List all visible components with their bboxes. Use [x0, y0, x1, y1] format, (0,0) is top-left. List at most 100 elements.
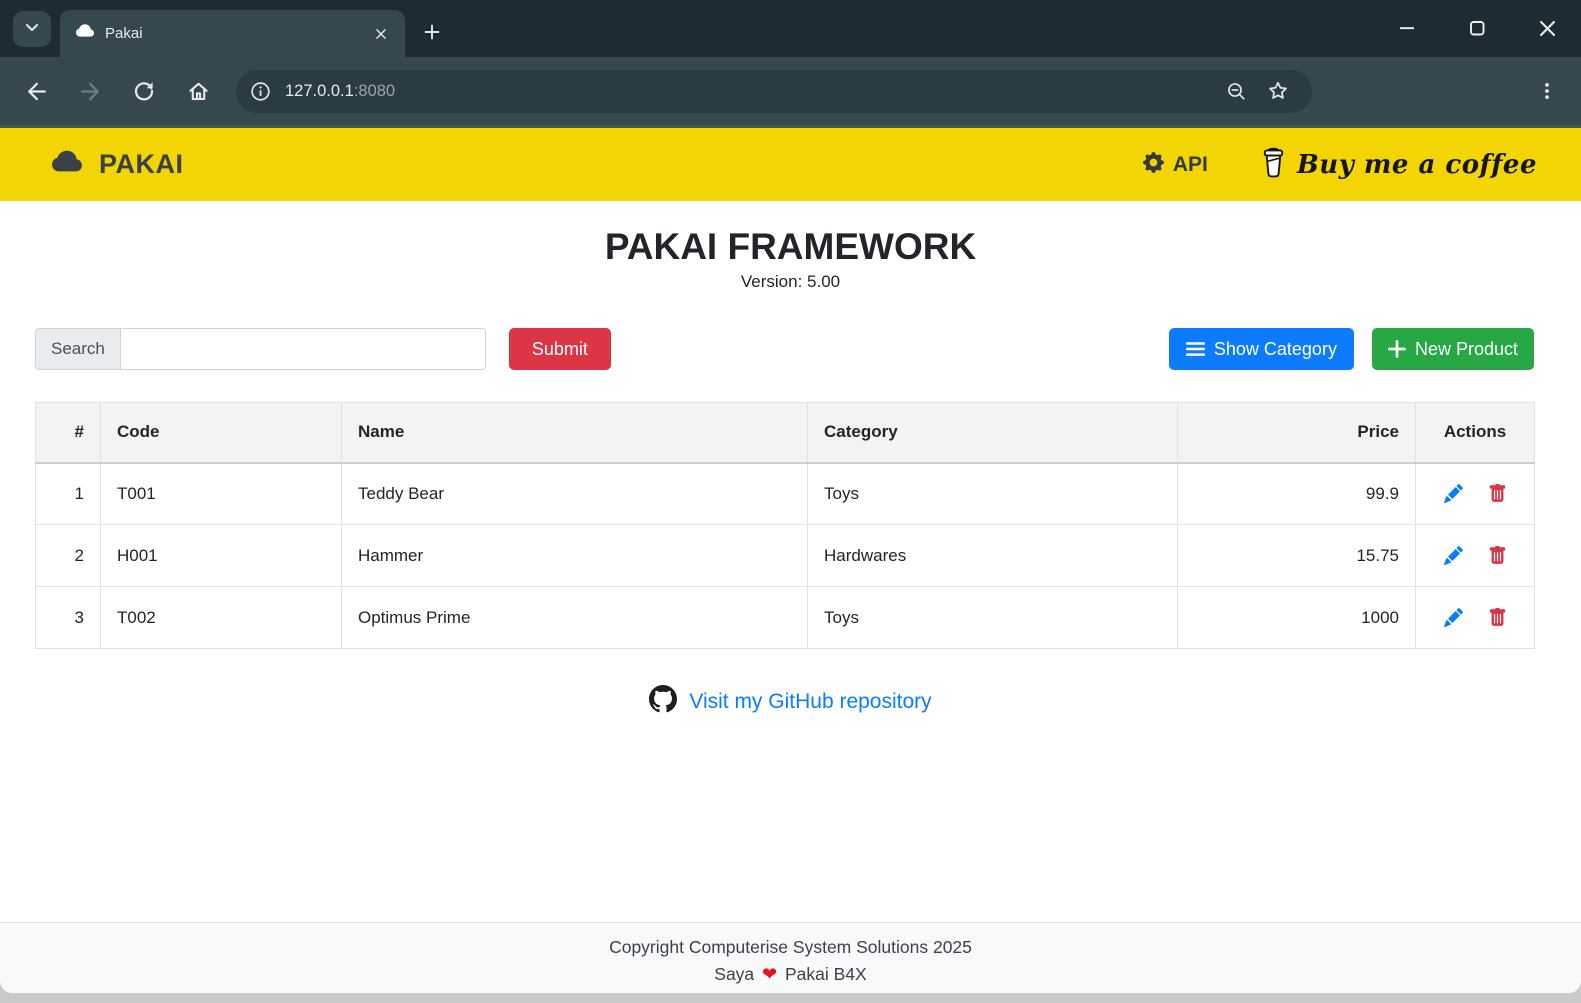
zoom-button[interactable] [1216, 71, 1256, 111]
kebab-menu-icon [1545, 83, 1549, 99]
coffee-label: Buy me a coffee [1296, 149, 1537, 180]
minimize-button[interactable] [1387, 8, 1427, 48]
cell-category: Toys [807, 462, 1178, 525]
cell-actions [1415, 586, 1535, 649]
browser-tab[interactable]: Pakai [60, 10, 405, 57]
browser-window: Pakai 127.0.0.1:8080 PAKAI API Buy me a … [0, 0, 1581, 1003]
header-actions: Actions [1415, 402, 1535, 464]
cell-price: 1000 [1177, 586, 1416, 649]
plus-icon [1388, 340, 1406, 358]
url-port: :8080 [353, 81, 396, 100]
table-header-row: # Code Name Category Price Actions [35, 402, 1535, 464]
home-icon [188, 82, 208, 100]
reload-button[interactable] [124, 71, 164, 111]
maximize-button[interactable] [1457, 8, 1497, 48]
window-controls [1387, 8, 1567, 48]
table-row: 1 T001 Teddy Bear Toys 99.9 [35, 462, 1535, 525]
edit-button[interactable] [1443, 608, 1463, 627]
header-category: Category [807, 402, 1178, 464]
trash-icon [1489, 608, 1505, 626]
search-group: Search [35, 328, 486, 370]
header-name: Name [341, 402, 808, 464]
pencil-icon [1443, 484, 1463, 504]
hamburger-icon [1185, 342, 1205, 356]
chevron-down-icon [21, 16, 43, 43]
header-price: Price [1177, 402, 1416, 464]
page-version: Version: 5.00 [740, 272, 841, 291]
pencil-icon [1443, 608, 1463, 627]
close-window-button[interactable] [1527, 8, 1567, 48]
github-icon [649, 685, 678, 718]
page-content: PAKAI FRAMEWORK Version: 5.00 Search Sub… [0, 201, 1581, 922]
cell-category: Hardwares [807, 524, 1178, 587]
cell-num: 1 [35, 462, 101, 525]
brand-label: PAKAI [99, 149, 184, 179]
new-tab-button[interactable] [415, 15, 449, 49]
minimize-icon [1400, 27, 1414, 30]
reload-icon [134, 82, 154, 101]
close-icon [1539, 20, 1555, 36]
pencil-icon [1443, 546, 1463, 565]
delete-button[interactable] [1488, 608, 1507, 627]
cell-code: T001 [100, 462, 342, 525]
cloud-logo-icon [48, 147, 86, 182]
cell-price: 15.75 [1177, 524, 1416, 587]
page-title: PAKAI FRAMEWORK [604, 226, 977, 267]
forward-button[interactable] [70, 71, 110, 111]
header-num: # [35, 402, 101, 464]
tab-search-button[interactable] [13, 11, 51, 47]
browser-toolbar: 127.0.0.1:8080 [0, 57, 1581, 128]
cell-name: Optimus Prime [341, 586, 808, 649]
browser-tab-strip: Pakai [0, 0, 1581, 57]
plus-icon [424, 24, 440, 40]
cell-code: H001 [100, 524, 342, 587]
products-table: # Code Name Category Price Actions 1 T00… [35, 402, 1535, 649]
close-icon [376, 28, 386, 39]
controls-row: Search Submit Show Category New Product [35, 328, 1534, 370]
page-footer: Copyright Computerise System Solutions 2… [0, 922, 1581, 993]
edit-button[interactable] [1443, 546, 1463, 565]
site-info-button[interactable] [244, 75, 276, 107]
edit-button[interactable] [1443, 484, 1463, 504]
browser-menu-button[interactable] [1527, 71, 1567, 111]
cell-price: 99.9 [1177, 462, 1416, 525]
trash-icon [1489, 484, 1505, 503]
back-button[interactable] [16, 71, 56, 111]
delete-button[interactable] [1488, 546, 1507, 565]
cell-name: Hammer [341, 524, 808, 587]
delete-button[interactable] [1488, 484, 1507, 503]
new-product-label: New Product [1414, 338, 1518, 359]
heart-icon: ❤ [762, 964, 778, 984]
back-arrow-icon [27, 82, 46, 100]
new-product-button[interactable]: New Product [1371, 328, 1534, 370]
url-text: 127.0.0.1:8080 [285, 82, 1216, 101]
copyright-text: Copyright Computerise System Solutions 2… [609, 937, 972, 957]
show-category-button[interactable]: Show Category [1168, 328, 1354, 370]
cell-num: 2 [35, 524, 101, 587]
url-bar[interactable]: 127.0.0.1:8080 [236, 69, 1312, 113]
submit-button[interactable]: Submit [508, 328, 611, 370]
cell-num: 3 [35, 586, 101, 649]
url-host: 127.0.0.1 [285, 81, 354, 100]
header-code: Code [100, 402, 342, 464]
search-input[interactable] [119, 328, 486, 370]
cell-name: Teddy Bear [341, 462, 808, 525]
action-buttons: Show Category New Product [1168, 328, 1534, 370]
home-button[interactable] [178, 71, 218, 111]
tab-close-button[interactable] [369, 22, 393, 46]
cell-code: T002 [100, 586, 342, 649]
github-repo-link[interactable]: Visit my GitHub repository [689, 690, 931, 714]
tagline-suffix: Pakai B4X [785, 964, 867, 984]
star-icon [1269, 81, 1287, 99]
github-row: Visit my GitHub repository [0, 685, 1581, 718]
coffee-cup-icon [1260, 145, 1287, 184]
brand-link[interactable]: PAKAI [48, 147, 184, 182]
cell-actions [1415, 524, 1535, 587]
navbar-right: API Buy me a coffee [1142, 145, 1537, 184]
info-icon [250, 81, 270, 101]
api-link[interactable]: API [1142, 151, 1208, 178]
maximize-icon [1470, 21, 1485, 36]
bookmark-button[interactable] [1258, 71, 1298, 111]
gear-icon [1142, 151, 1164, 178]
buy-me-a-coffee-link[interactable]: Buy me a coffee [1260, 145, 1537, 184]
